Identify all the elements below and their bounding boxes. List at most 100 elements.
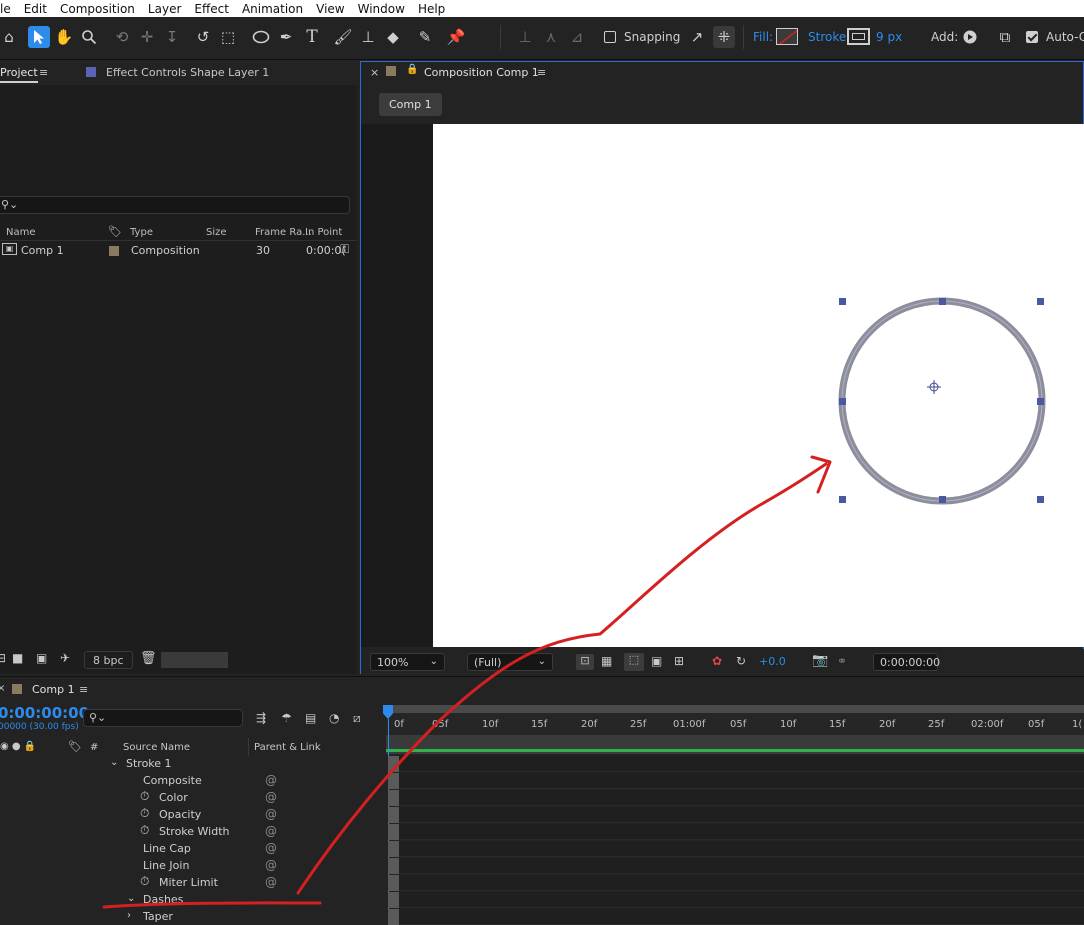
property-track[interactable]	[388, 807, 1084, 823]
interpret-footage-icon[interactable]: ⊟	[0, 651, 6, 665]
dolly-camera-icon[interactable]: ↧	[161, 26, 183, 48]
property-track[interactable]	[388, 875, 1084, 891]
viewer-menu-icon[interactable]: ≡	[537, 66, 546, 79]
av-switch-icons[interactable]: ◉ ● 🔒	[0, 741, 36, 752]
timeline-search-input[interactable]: ⚲⌄	[83, 709, 243, 727]
circle-shape[interactable]	[838, 297, 1046, 505]
zoom-tool-icon[interactable]	[78, 26, 100, 48]
menu-view[interactable]: View	[316, 2, 344, 16]
property-track[interactable]	[388, 909, 1084, 925]
type-tool-icon[interactable]: T	[301, 26, 323, 48]
stroke-label[interactable]: Stroke:	[808, 30, 850, 44]
stroke-width-value[interactable]: 9 px	[876, 30, 902, 44]
world-axis-icon[interactable]: ⋏	[540, 26, 562, 48]
menu-composition[interactable]: Composition	[60, 2, 135, 16]
property-track[interactable]	[388, 858, 1084, 874]
pick-whip-icon[interactable]: @	[265, 858, 277, 872]
channel-icon[interactable]: ✿	[712, 654, 722, 668]
resolution-dropdown[interactable]: (Full) ⌄	[467, 653, 553, 671]
new-folder-icon[interactable]: ■	[12, 651, 23, 665]
add-menu-icon[interactable]	[959, 26, 981, 48]
property-track[interactable]	[388, 892, 1084, 908]
close-icon[interactable]: ×	[370, 66, 379, 79]
parent-link-header[interactable]: Parent & Link	[254, 742, 321, 753]
property-track[interactable]	[388, 841, 1084, 857]
chevron-right-icon[interactable]: ›	[127, 910, 131, 921]
auto-open-checkbox[interactable]	[1026, 31, 1038, 43]
project-row[interactable]: ▣ Comp 1 Composition 30 0:00:0( ⚿	[0, 241, 357, 259]
menu-effect[interactable]: Effect	[194, 2, 229, 16]
view-axis-icon[interactable]: ⊿	[566, 26, 588, 48]
home-icon[interactable]: ⌂	[0, 26, 20, 48]
bevel-icon[interactable]: ⧉	[994, 26, 1016, 48]
pick-whip-icon[interactable]: @	[265, 824, 277, 838]
property-track[interactable]	[388, 824, 1084, 840]
col-in-point[interactable]: In Point	[305, 227, 342, 238]
motion-blur-icon[interactable]: ◔	[329, 711, 339, 725]
bpc-button[interactable]: 8 bpc	[84, 651, 133, 669]
property-track[interactable]	[388, 790, 1084, 806]
show-snapshot-icon[interactable]: ⚭	[837, 654, 847, 668]
rotate-tool-icon[interactable]: ↺	[192, 26, 214, 48]
layer-row[interactable]: ⏱ Miter Limit @	[0, 874, 380, 891]
menu-edit[interactable]: Edit	[24, 2, 47, 16]
property-track[interactable]	[388, 756, 1084, 772]
render-queue-icon[interactable]: ✈	[60, 651, 70, 665]
pen-tool-icon[interactable]: ✒	[275, 26, 297, 48]
transparency-grid-icon[interactable]: ▦	[601, 654, 612, 668]
brush-tool-icon[interactable]: 🖌	[332, 26, 354, 48]
tab-project[interactable]: Project	[0, 66, 38, 83]
layer-row[interactable]: Line Cap @	[0, 840, 380, 857]
thumbnail-slider[interactable]	[161, 652, 228, 668]
tab-composition[interactable]: Composition Comp 1	[424, 66, 539, 79]
grid-guides-icon[interactable]: ⊞	[674, 654, 684, 668]
exposure-value[interactable]: +0.0	[759, 655, 786, 668]
snap-options-icon[interactable]: ↗	[686, 26, 708, 48]
snapshot-icon[interactable]: 📷	[812, 653, 828, 668]
stopwatch-icon[interactable]: ⏱	[140, 789, 149, 804]
current-time[interactable]: 0:00:00:00	[0, 704, 89, 722]
timeline-menu-icon[interactable]: ≡	[79, 683, 88, 696]
eraser-tool-icon[interactable]: ◆	[382, 26, 404, 48]
chevron-down-icon[interactable]: ⌄	[110, 757, 118, 768]
panel-menu-icon[interactable]: ≡	[39, 66, 48, 79]
pick-whip-icon[interactable]: @	[265, 773, 277, 787]
label-tag-icon[interactable]: 🏷	[108, 225, 122, 238]
property-track[interactable]	[388, 773, 1084, 789]
stopwatch-icon[interactable]: ⏱	[140, 874, 149, 889]
col-name[interactable]: Name	[6, 227, 36, 238]
comp-flowchart-chip[interactable]: Comp 1	[379, 93, 442, 116]
mask-visibility-icon[interactable]: ⬚	[624, 653, 644, 671]
col-frame-rate[interactable]: Frame Ra...	[255, 227, 312, 238]
snap-grid-icon[interactable]: ⁜	[713, 26, 735, 48]
label-tag-icon[interactable]: 🏷	[68, 740, 82, 753]
layer-row[interactable]: Composite @	[0, 772, 380, 789]
pick-whip-icon[interactable]: @	[265, 841, 277, 855]
source-name-header[interactable]: Source Name	[123, 742, 190, 753]
layer-row[interactable]: ⏱ Stroke Width @	[0, 823, 380, 840]
layer-row[interactable]: ⌄ Stroke 1	[0, 755, 380, 772]
hand-tool-icon[interactable]: ✋	[53, 26, 75, 48]
time-ruler[interactable]: 0f 05f 10f 15f 20f 25f 01:00f 05f 10f 15…	[386, 713, 1084, 735]
fill-label[interactable]: Fill:	[753, 30, 773, 44]
stroke-swatch[interactable]	[847, 28, 870, 45]
menu-layer[interactable]: Layer	[148, 2, 181, 16]
frame-blending-icon[interactable]: ▤	[305, 711, 316, 725]
reset-exposure-icon[interactable]: ↻	[736, 654, 746, 668]
clone-stamp-tool-icon[interactable]: ⊥	[357, 26, 379, 48]
layer-row[interactable]: ⏱ Opacity @	[0, 806, 380, 823]
layer-row[interactable]: ⏱ Color @	[0, 789, 380, 806]
col-type[interactable]: Type	[130, 227, 153, 238]
pick-whip-icon[interactable]: @	[265, 807, 277, 821]
composition-canvas[interactable]	[433, 124, 1084, 647]
fast-previews-icon[interactable]: ⊡	[576, 654, 594, 670]
layer-row[interactable]: › Taper	[0, 908, 380, 925]
roto-brush-tool-icon[interactable]: ✎	[414, 26, 436, 48]
timecode-field[interactable]: 0:00:00:00	[873, 653, 940, 671]
composition-mini-flowchart-icon[interactable]: ⇶	[256, 711, 266, 725]
menu-animation[interactable]: Animation	[242, 2, 303, 16]
menu-window[interactable]: Window	[358, 2, 405, 16]
orbit-camera-icon[interactable]: ⟲	[111, 26, 133, 48]
trash-icon[interactable]: 🗑	[140, 651, 157, 666]
work-area-bar[interactable]	[386, 705, 1084, 713]
